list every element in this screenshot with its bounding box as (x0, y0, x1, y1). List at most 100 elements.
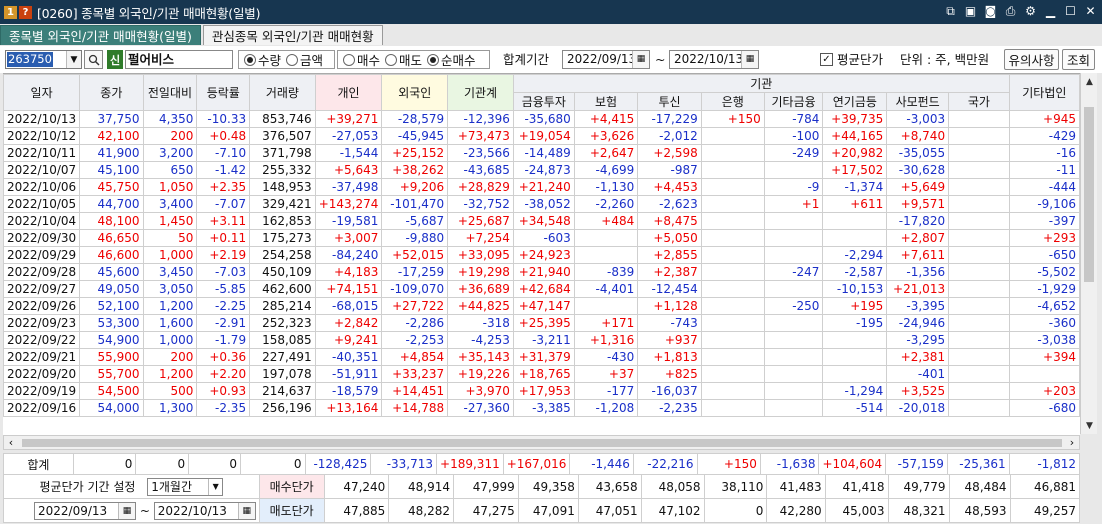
col-finance[interactable]: 금융투자 (512, 92, 575, 111)
search-button[interactable] (84, 50, 103, 69)
query-button[interactable]: 조회 (1062, 49, 1095, 70)
col-trust[interactable]: 투신 (637, 92, 702, 111)
table-row[interactable]: 2022/10/13 37,750 4,350 -10.33 853,746 +39,27… (3, 110, 1080, 128)
close-icon[interactable]: ✕ (1083, 3, 1098, 19)
notice-button[interactable]: 유의사항 (1004, 49, 1059, 70)
col-pension[interactable]: 연기금등 (822, 92, 888, 111)
col-foreign[interactable]: 외국인 (381, 74, 449, 111)
calendar-icon[interactable]: ▦ (237, 502, 255, 519)
table-cell: -743 (637, 314, 702, 332)
minimize-icon[interactable]: ▁ (1043, 3, 1058, 19)
totals-cell: -25,361 (946, 453, 1010, 475)
buy-price-cell: 48,914 (388, 474, 455, 499)
save-icon[interactable]: ▣ (963, 3, 978, 19)
scroll-thumb[interactable] (1084, 107, 1094, 282)
table-cell (700, 246, 765, 264)
col-private-fund[interactable]: 사모펀드 (886, 92, 950, 111)
table-row[interactable]: 2022/09/29 46,600 1,000 +2.19 254,258 -84,240… (3, 246, 1080, 264)
table-row[interactable]: 2022/09/19 54,500 500 +0.93 214,637 -18,579 +1… (3, 382, 1080, 400)
maximize-icon[interactable]: ☐ (1063, 3, 1078, 19)
table-cell: -12,396 (447, 110, 514, 128)
horizontal-scrollbar[interactable]: ‹ › (3, 435, 1080, 450)
col-change[interactable]: 전일대비 (142, 74, 198, 111)
table-cell: 227,491 (249, 348, 316, 366)
table-row[interactable]: 2022/10/06 45,750 1,050 +2.35 148,953 -37,498… (3, 178, 1080, 196)
table-cell: -987 (637, 161, 702, 179)
table-cell (948, 195, 1010, 213)
col-volume[interactable]: 거래량 (249, 74, 316, 111)
buy-price-cell: 49,779 (887, 474, 950, 499)
table-row[interactable]: 2022/09/21 55,900 200 +0.36 227,491 -40,351 +4… (3, 348, 1080, 366)
table-row[interactable]: 2022/09/27 49,050 3,050 -5.85 462,600 +74,151… (3, 280, 1080, 298)
camera-icon[interactable]: ◙ (983, 3, 998, 19)
table-row[interactable]: 2022/09/20 55,700 1,200 +2.20 197,078 -51,911… (3, 365, 1080, 383)
table-row[interactable]: 2022/09/28 45,600 3,450 -7.03 450,109 +4,183-… (3, 263, 1080, 281)
radio-sell[interactable]: 매도 (385, 50, 422, 69)
calendar-icon[interactable]: ▦ (741, 51, 758, 68)
col-institution[interactable]: 기관계 (447, 74, 514, 111)
table-row[interactable]: 2022/09/16 54,000 1,300 -2.35 256,196 +13,164… (3, 399, 1080, 417)
col-date[interactable]: 일자 (3, 74, 81, 111)
avg-date-from[interactable]: 2022/09/13 ▦ (34, 501, 136, 520)
col-individual[interactable]: 개인 (314, 74, 383, 111)
table-cell: +44,165 (822, 127, 888, 145)
table-row[interactable]: 2022/09/30 46,650 50 +0.11 175,273 +3,007 -9,8… (3, 229, 1080, 247)
col-close[interactable]: 종가 (79, 74, 144, 111)
table-cell: -3,295 (886, 331, 950, 349)
col-insurance[interactable]: 보험 (573, 92, 639, 111)
radio-net-buy[interactable]: 순매수 (427, 50, 476, 69)
table-cell: -680 (1008, 399, 1080, 417)
scroll-left-icon[interactable]: ‹ (4, 436, 18, 449)
totals-cell: +167,016 (502, 453, 571, 475)
table-cell: 329,421 (249, 195, 316, 213)
radio-quantity[interactable]: 수량 (244, 50, 281, 69)
col-other-corp[interactable]: 기타법인 (1008, 74, 1080, 111)
settings-icon[interactable]: ⚙ (1023, 3, 1038, 19)
vertical-scrollbar[interactable]: ▲ ▼ (1080, 73, 1097, 434)
avg-date-to[interactable]: 2022/10/13 ▦ (153, 501, 256, 520)
table-cell: -2,012 (637, 127, 702, 145)
col-nation[interactable]: 국가 (948, 92, 1010, 111)
col-other-finance[interactable]: 기타금융 (763, 92, 824, 111)
table-cell: 52,100 (79, 297, 144, 315)
table-row[interactable]: 2022/09/22 54,900 1,000 -1.79 158,085 +9,241-… (3, 331, 1080, 349)
table-cell: -1,929 (1008, 280, 1080, 298)
window-link-icon[interactable]: ⧉ (943, 3, 958, 19)
date-from-input[interactable]: 2022/09/13 ▦ (562, 50, 650, 69)
table-row[interactable]: 2022/10/05 44,700 3,400 -7.07 329,421 +143,27… (3, 195, 1080, 213)
calendar-icon[interactable]: ▦ (632, 51, 649, 68)
scroll-right-icon[interactable]: › (1065, 436, 1079, 449)
tab-stock-daily[interactable]: 종목별 외국인/기관 매매현황(일별) (0, 25, 201, 45)
calendar-icon[interactable]: ▦ (118, 502, 135, 519)
chevron-down-icon[interactable]: ▼ (208, 478, 222, 495)
chevron-down-icon[interactable]: ▼ (66, 51, 81, 68)
scroll-down-icon[interactable]: ▼ (1081, 417, 1098, 434)
period-select[interactable]: 1개월간 ▼ (147, 477, 224, 496)
stock-name-field[interactable]: 펄어비스 (125, 50, 233, 69)
col-rate[interactable]: 등락률 (196, 74, 251, 111)
help-icon[interactable]: ? (19, 5, 32, 19)
print-icon[interactable]: ⎙ (1003, 3, 1018, 19)
date-to-input[interactable]: 2022/10/13 ▦ (669, 50, 759, 69)
table-cell: +74,151 (314, 280, 383, 298)
avg-price-checkbox[interactable]: ✓ (820, 53, 833, 66)
scroll-up-icon[interactable]: ▲ (1081, 73, 1098, 90)
table-row[interactable]: 2022/09/26 52,100 1,200 -2.25 285,214 -68,015… (3, 297, 1080, 315)
table-row[interactable]: 2022/09/23 53,300 1,600 -2.91 252,323 +2,842-… (3, 314, 1080, 332)
table-row[interactable]: 2022/10/12 42,100 200 +0.48 376,507 -27,053 -4… (3, 127, 1080, 145)
buy-price-label: 매수단가 (258, 474, 325, 499)
col-bank[interactable]: 은행 (700, 92, 765, 111)
table-cell: -5.85 (196, 280, 251, 298)
table-cell (948, 229, 1010, 247)
radio-buy[interactable]: 매수 (343, 50, 380, 69)
table-cell: -444 (1008, 178, 1080, 196)
table-row[interactable]: 2022/10/07 45,100 650 -1.42 255,332 +5,643 +38… (3, 161, 1080, 179)
radio-amount[interactable]: 금액 (286, 50, 323, 69)
table-row[interactable]: 2022/10/04 48,100 1,450 +3.11 162,853 -19,581… (3, 212, 1080, 230)
table-cell: +2.20 (196, 365, 251, 383)
table-row[interactable]: 2022/10/11 41,900 3,200 -7.10 371,798 -1,544 +… (3, 144, 1080, 162)
scroll-thumb[interactable] (22, 439, 1062, 447)
buy-price-cell: 48,484 (948, 474, 1011, 499)
tab-watchlist[interactable]: 관심종목 외국인/기관 매매현황 (202, 25, 383, 45)
stock-code-input[interactable]: 263750 ▼ (5, 50, 82, 69)
